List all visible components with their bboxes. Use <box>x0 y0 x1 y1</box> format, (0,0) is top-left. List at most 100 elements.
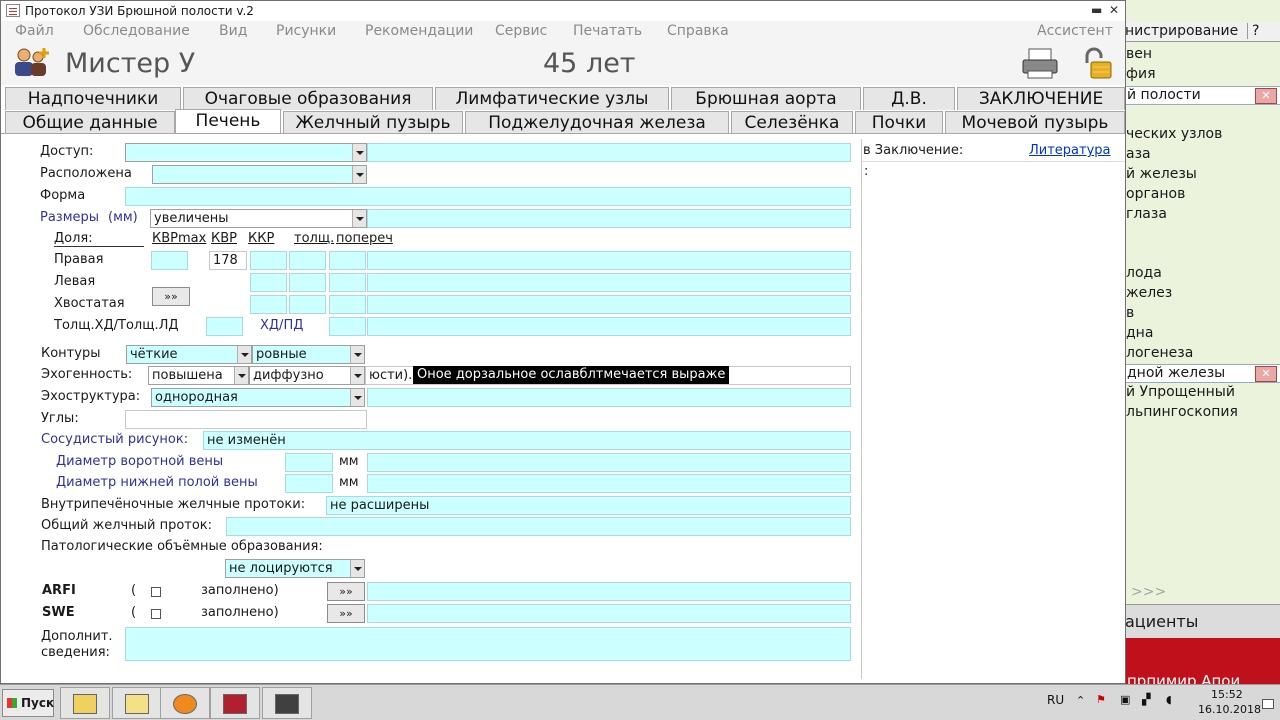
clock-date[interactable]: 16.10.2018 <box>1198 703 1261 716</box>
tray-volume-icon[interactable]: ◖ <box>1166 693 1172 706</box>
hd-pd-field[interactable] <box>329 317 366 336</box>
right-lobe-note-field[interactable] <box>367 251 851 270</box>
tray-warning-icon[interactable]: ⚑ <box>1096 693 1106 706</box>
tab-kidneys[interactable]: Почки <box>855 111 943 134</box>
caudate-kkr-field[interactable] <box>250 295 287 314</box>
taskbar-camera-button[interactable] <box>262 687 312 719</box>
menu-pictures[interactable]: Рисунки <box>276 23 336 39</box>
size-text-field[interactable] <box>367 209 851 228</box>
tab-liver[interactable]: Печень <box>175 109 281 133</box>
location-select[interactable] <box>152 165 367 184</box>
tab-focal-lesions[interactable]: Очаговые образования <box>183 87 433 110</box>
tab-general-data[interactable]: Общие данные <box>5 111 175 134</box>
left-lobe-note-field[interactable] <box>367 273 851 292</box>
right-kkr-field[interactable] <box>250 251 287 270</box>
swe-checkbox[interactable] <box>151 609 161 619</box>
arfi-checkbox[interactable] <box>151 587 161 597</box>
menu-help[interactable]: ? <box>1247 23 1259 39</box>
taskbar-media-button[interactable] <box>160 687 210 719</box>
contours-select-1[interactable]: чёткие <box>126 345 252 364</box>
tab-bladder[interactable]: Мочевой пузырь <box>945 111 1125 134</box>
echogenicity-select-1[interactable]: повышена <box>148 366 249 385</box>
corners-field[interactable] <box>125 410 367 429</box>
echostructure-select[interactable]: однородная <box>151 388 365 407</box>
echostructure-text-field[interactable] <box>367 388 851 407</box>
right-kvrmax-field[interactable] <box>151 251 188 270</box>
menu-view[interactable]: Вид <box>219 23 247 39</box>
tab-spleen[interactable]: Селезёнка <box>731 111 853 134</box>
lobe-more-button[interactable]: »» <box>152 287 190 306</box>
menu-assistant[interactable]: Ассистент <box>1037 23 1113 39</box>
chevron-down-icon[interactable] <box>350 560 364 577</box>
chevron-down-icon[interactable] <box>352 166 366 183</box>
ratio-field[interactable] <box>206 317 243 336</box>
menu-examination[interactable]: Обследование <box>83 23 190 39</box>
portal-vein-note-field[interactable] <box>367 453 851 472</box>
menu-recommendations[interactable]: Рекомендации <box>365 23 473 39</box>
shape-field[interactable] <box>125 187 851 206</box>
close-icon[interactable]: ✕ <box>1109 3 1119 17</box>
tab-pancreas[interactable]: Поджелудочная железа <box>465 111 729 134</box>
echogenicity-select-2[interactable]: диффузно <box>249 366 365 385</box>
menu-print[interactable]: Печатать <box>573 23 642 39</box>
tab-gallbladder[interactable]: Желчный пузырь <box>283 111 463 134</box>
caudate-thickness-field[interactable] <box>289 295 326 314</box>
left-cross-field[interactable] <box>329 273 366 292</box>
minimize-icon[interactable]: ▬ <box>1091 3 1102 17</box>
chevron-down-icon[interactable] <box>350 346 364 363</box>
list-item[interactable]: органов <box>1125 186 1280 205</box>
caudate-cross-field[interactable] <box>329 295 366 314</box>
tab-abdominal-aorta[interactable]: Брюшная аорта <box>671 87 861 110</box>
tray-device-icon[interactable]: ▣ <box>1120 693 1130 706</box>
tray-network-icon[interactable]: ▞ <box>1142 693 1150 706</box>
list-item[interactable]: дна <box>1125 325 1280 344</box>
left-kkr-field[interactable] <box>250 273 287 292</box>
patients-icon[interactable] <box>11 46 51 80</box>
ratio-note-field[interactable] <box>367 317 851 336</box>
chevron-down-icon[interactable] <box>234 367 248 384</box>
chevron-down-icon[interactable] <box>350 367 364 384</box>
close-icon[interactable]: ✕ <box>1255 366 1277 382</box>
right-kvr-field[interactable]: 178 <box>209 251 247 270</box>
taskbar-files-button[interactable] <box>112 687 162 719</box>
tab-dv[interactable]: Д.В. <box>863 87 955 110</box>
list-item[interactable]: вен <box>1125 46 1280 65</box>
list-item[interactable]: глаза <box>1125 206 1280 225</box>
list-item[interactable]: льпингоскопия <box>1125 404 1280 423</box>
tab-conclusion[interactable]: ЗАКЛЮЧЕНИЕ <box>957 87 1125 110</box>
tray-expand-icon[interactable]: ⌃ <box>1076 694 1085 707</box>
clock-time[interactable]: 15:52 <box>1211 688 1243 701</box>
list-item[interactable]: желез <box>1125 285 1280 304</box>
tab-adrenals[interactable]: Надпочечники <box>5 87 181 110</box>
list-item[interactable]: в <box>1125 305 1280 324</box>
swe-field[interactable] <box>367 604 851 623</box>
vascular-field[interactable]: не изменён <box>203 431 851 450</box>
ducts-field[interactable]: не расширены <box>326 496 851 515</box>
swe-more-button[interactable]: »» <box>327 604 365 623</box>
menu-administration[interactable]: нистрирование <box>1125 23 1238 39</box>
list-item[interactable]: фия <box>1125 66 1280 85</box>
list-item[interactable]: й Упрощенный <box>1125 384 1280 403</box>
ivc-note-field[interactable] <box>367 474 851 493</box>
language-indicator[interactable]: RU <box>1047 693 1064 707</box>
list-item[interactable]: аза <box>1125 146 1280 165</box>
right-thickness-field[interactable] <box>289 251 326 270</box>
menu-service[interactable]: Сервис <box>495 23 547 39</box>
menu-help[interactable]: Справка <box>667 23 729 39</box>
list-item-selected[interactable]: дной железы ✕ <box>1125 364 1280 383</box>
lock-icon[interactable] <box>1081 47 1115 81</box>
portal-vein-field[interactable] <box>285 453 333 472</box>
list-item[interactable]: лода <box>1125 265 1280 284</box>
ivc-field[interactable] <box>285 474 333 493</box>
start-button[interactable]: Пуск <box>2 689 54 717</box>
arfi-field[interactable] <box>367 582 851 601</box>
patients-button[interactable]: ациенты <box>1125 604 1280 638</box>
left-thickness-field[interactable] <box>289 273 326 292</box>
size-select[interactable]: увеличены <box>150 209 367 228</box>
chevron-down-icon[interactable] <box>237 346 251 363</box>
extra-info-field[interactable] <box>125 627 851 661</box>
taskbar-access-button[interactable] <box>210 687 260 719</box>
list-item-selected[interactable]: й полости ✕ <box>1125 86 1280 105</box>
list-item[interactable]: ческих узлов <box>1125 126 1280 145</box>
chevron-down-icon[interactable] <box>350 389 364 406</box>
